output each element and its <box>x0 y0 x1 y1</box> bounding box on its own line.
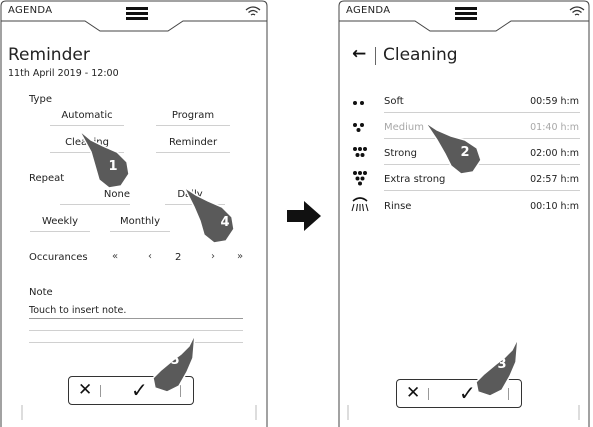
repeat-option-underline <box>60 204 130 205</box>
divider <box>375 47 376 65</box>
repeat-option-monthly[interactable]: Monthly <box>110 216 170 227</box>
cleaning-item-medium[interactable]: Medium <box>384 122 424 133</box>
note-label: Note <box>29 287 53 298</box>
increment-arrow-icon[interactable]: › <box>211 251 215 262</box>
type-label: Type <box>29 94 52 105</box>
two-drops-icon <box>353 101 364 105</box>
first-arrow-icon[interactable]: « <box>112 251 118 262</box>
type-option-program[interactable]: Program <box>156 110 230 121</box>
step-badge-1: 1 <box>108 159 118 174</box>
note-line <box>29 342 243 343</box>
step-badge-2: 2 <box>460 145 470 160</box>
type-option-underline <box>50 125 124 126</box>
type-option-underline <box>156 125 230 126</box>
repeat-option-weekly[interactable]: Weekly <box>30 216 90 227</box>
cleaning-item-time: 02:00 h:m <box>530 148 579 159</box>
five-drops-icon <box>353 147 367 157</box>
reminder-datetime: 11th April 2019 - 12:00 <box>8 68 119 79</box>
repeat-option-underline <box>30 231 90 232</box>
right-phone-frame <box>338 0 590 427</box>
occurrences-label: Occurances <box>29 252 88 263</box>
note-line <box>29 318 243 319</box>
right-phone-screen: AGENDA ← Cleaning Soft 00:59 h:m Medium … <box>338 0 593 427</box>
decrement-arrow-icon[interactable]: ‹ <box>148 251 152 262</box>
repeat-option-underline <box>110 231 170 232</box>
step-badge-4: 4 <box>220 215 230 230</box>
cancel-button[interactable]: ✕ <box>406 383 420 403</box>
cleaning-item-time: 01:40 h:m <box>530 122 579 133</box>
type-option-reminder[interactable]: Reminder <box>156 137 230 148</box>
divider <box>428 388 429 400</box>
cancel-button[interactable]: ✕ <box>78 380 92 400</box>
divider <box>100 385 101 397</box>
repeat-label: Repeat <box>29 173 65 184</box>
header-label: AGENDA <box>8 5 53 16</box>
page-title: Cleaning <box>383 45 458 65</box>
shower-icon <box>351 197 369 212</box>
row-divider <box>384 112 580 113</box>
type-option-underline <box>156 152 230 153</box>
three-drops-icon <box>353 123 364 132</box>
cleaning-item-time: 02:57 h:m <box>530 174 579 185</box>
cleaning-item-strong[interactable]: Strong <box>384 148 417 159</box>
note-input[interactable]: Touch to insert note. <box>29 305 126 316</box>
cleaning-item-soft[interactable]: Soft <box>384 96 404 107</box>
wifi-icon <box>569 6 585 16</box>
cleaning-item-time: 00:10 h:m <box>530 201 579 212</box>
row-divider <box>384 190 580 191</box>
cleaning-item-time: 00:59 h:m <box>530 96 579 107</box>
menu-icon[interactable] <box>455 7 477 21</box>
right-arrow-icon <box>287 201 321 231</box>
step-badge-3: 3 <box>497 357 507 372</box>
cleaning-item-rinse[interactable]: Rinse <box>384 201 411 212</box>
wifi-icon <box>245 6 261 16</box>
type-option-automatic[interactable]: Automatic <box>50 110 124 121</box>
menu-icon[interactable] <box>126 7 148 21</box>
back-button[interactable]: ← <box>352 44 366 64</box>
occurrences-value: 2 <box>175 252 182 263</box>
note-line <box>29 330 243 331</box>
page-title: Reminder <box>8 45 90 65</box>
last-arrow-icon[interactable]: » <box>237 251 243 262</box>
step-badge-5: 5 <box>170 353 180 368</box>
header-label: AGENDA <box>346 5 391 16</box>
seven-drops-icon <box>353 171 367 186</box>
